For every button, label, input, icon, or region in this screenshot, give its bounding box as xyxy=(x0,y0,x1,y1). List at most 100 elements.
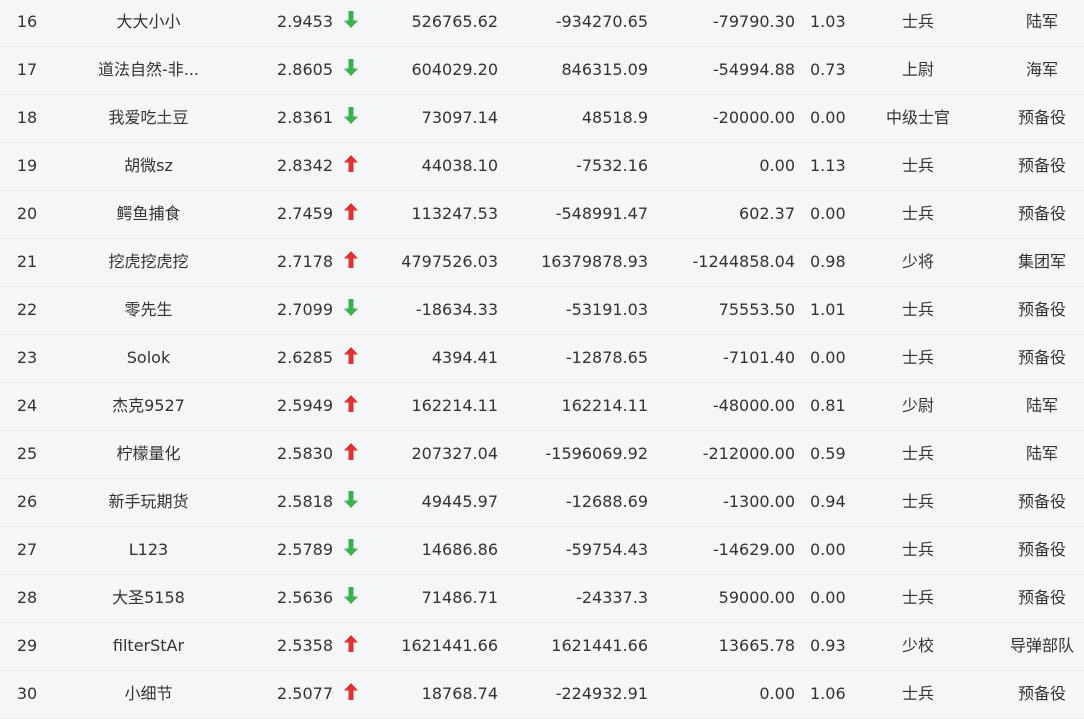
value-1-cell: 162214.11 xyxy=(411,396,498,415)
unit-cell: 导弹部队 xyxy=(1009,636,1074,655)
ratio-cell: 0.73 xyxy=(810,60,846,79)
value-1-cell: 71486.71 xyxy=(421,588,498,607)
score-cell: 2.7459 xyxy=(277,204,333,223)
table-row[interactable]: 23 Solok 2.6285 4394.41 -12878.65 -7101.40 0.0… xyxy=(0,335,1084,383)
ratio-cell: 0.94 xyxy=(810,492,846,511)
ratio-cell: 0.00 xyxy=(810,204,846,223)
score-cell: 2.7178 xyxy=(277,252,333,271)
name-cell[interactable]: 我爱吃土豆 xyxy=(86,95,211,141)
name-cell[interactable]: 柠檬量化 xyxy=(86,431,211,477)
rank-title-cell: 少将 xyxy=(901,252,934,271)
table-row[interactable]: 20 鳄鱼捕食 2.7459 113247.53 -548991.47 602.37 0.0… xyxy=(0,191,1084,239)
arrow-down-icon xyxy=(340,47,362,93)
name-cell[interactable]: 小细节 xyxy=(86,671,211,717)
ratio-cell: 1.03 xyxy=(810,12,846,31)
unit-cell: 陆军 xyxy=(1025,396,1058,415)
value-3-cell: -7101.40 xyxy=(723,348,795,367)
value-2-cell: -59754.43 xyxy=(565,540,648,559)
unit-cell: 集团军 xyxy=(1017,252,1066,271)
ratio-cell: 0.59 xyxy=(810,444,846,463)
table-row[interactable]: 26 新手玩期货 2.5818 49445.97 -12688.69 -1300.00 0.… xyxy=(0,479,1084,527)
value-2-cell: -24337.3 xyxy=(576,588,648,607)
name-cell[interactable]: 鳄鱼捕食 xyxy=(86,191,211,237)
rank-cell: 25 xyxy=(16,444,38,463)
ratio-cell: 0.98 xyxy=(810,252,846,271)
rank-title-cell: 少校 xyxy=(901,636,934,655)
name-cell[interactable]: Solok xyxy=(86,335,211,381)
value-1-cell: 207327.04 xyxy=(411,444,498,463)
unit-cell: 预备役 xyxy=(1017,588,1066,607)
name-cell[interactable]: 胡微sz xyxy=(86,143,211,189)
rank-cell: 30 xyxy=(16,684,38,703)
value-3-cell: -212000.00 xyxy=(702,444,795,463)
value-1-cell: 73097.14 xyxy=(421,108,498,127)
name-cell[interactable]: 挖虎挖虎挖 xyxy=(86,239,211,285)
value-3-cell: 59000.00 xyxy=(718,588,795,607)
table-row[interactable]: 16 大大小小 2.9453 526765.62 -934270.65 -79790.30… xyxy=(0,0,1084,47)
name-cell[interactable]: 新手玩期货 xyxy=(86,479,211,525)
name-cell[interactable]: 道法自然-非... xyxy=(86,47,211,93)
rank-title-cell: 上尉 xyxy=(901,60,934,79)
name-cell[interactable]: 杰克9527 xyxy=(86,383,211,429)
rank-cell: 18 xyxy=(16,108,38,127)
ratio-cell: 0.00 xyxy=(810,348,846,367)
score-cell: 2.7099 xyxy=(277,300,333,319)
rank-title-cell: 士兵 xyxy=(901,492,934,511)
value-3-cell: -54994.88 xyxy=(712,60,795,79)
value-2-cell: -548991.47 xyxy=(555,204,648,223)
table-row[interactable]: 25 柠檬量化 2.5830 207327.04 -1596069.92 -212000.… xyxy=(0,431,1084,479)
rank-cell: 21 xyxy=(16,252,38,271)
unit-cell: 预备役 xyxy=(1017,300,1066,319)
value-1-cell: 49445.97 xyxy=(421,492,498,511)
score-cell: 2.5636 xyxy=(277,588,333,607)
rank-title-cell: 少尉 xyxy=(901,396,934,415)
table-row[interactable]: 27 L123 2.5789 14686.86 -59754.43 -14629.00 0.… xyxy=(0,527,1084,575)
value-2-cell: -7532.16 xyxy=(576,156,648,175)
name-cell[interactable]: 零先生 xyxy=(86,287,211,333)
name-cell[interactable]: 大圣5158 xyxy=(86,575,211,621)
unit-cell: 预备役 xyxy=(1017,156,1066,175)
table-row[interactable]: 17 道法自然-非... 2.8605 604029.20 846315.09 -5499… xyxy=(0,47,1084,95)
value-1-cell: 44038.10 xyxy=(421,156,498,175)
value-2-cell: -12688.69 xyxy=(565,492,648,511)
table-row[interactable]: 19 胡微sz 2.8342 44038.10 -7532.16 0.00 1.13 士兵 预备… xyxy=(0,143,1084,191)
value-3-cell: -14629.00 xyxy=(712,540,795,559)
value-3-cell: 75553.50 xyxy=(718,300,795,319)
table-row[interactable]: 21 挖虎挖虎挖 2.7178 4797526.03 16379878.93 -12448… xyxy=(0,239,1084,287)
value-3-cell: 0.00 xyxy=(759,156,795,175)
rank-title-cell: 士兵 xyxy=(901,156,934,175)
value-3-cell: -48000.00 xyxy=(712,396,795,415)
rank-cell: 22 xyxy=(16,300,38,319)
arrow-down-icon xyxy=(340,527,362,573)
value-3-cell: 0.00 xyxy=(759,684,795,703)
ratio-cell: 0.00 xyxy=(810,540,846,559)
score-cell: 2.5949 xyxy=(277,396,333,415)
value-2-cell: -12878.65 xyxy=(565,348,648,367)
value-2-cell: 1621441.66 xyxy=(551,636,648,655)
rank-title-cell: 士兵 xyxy=(901,444,934,463)
table-row[interactable]: 18 我爱吃土豆 2.8361 73097.14 48518.9 -20000.00 0.0… xyxy=(0,95,1084,143)
rank-cell: 26 xyxy=(16,492,38,511)
ratio-cell: 0.93 xyxy=(810,636,846,655)
table-row[interactable]: 29 filterStAr 2.5358 1621441.66 1621441.66 13… xyxy=(0,623,1084,671)
arrow-down-icon xyxy=(340,0,362,45)
arrow-down-icon xyxy=(340,95,362,141)
score-cell: 2.5789 xyxy=(277,540,333,559)
name-cell[interactable]: filterStAr xyxy=(86,623,211,669)
table-row[interactable]: 22 零先生 2.7099 -18634.33 -53191.03 75553.50 1.0… xyxy=(0,287,1084,335)
value-2-cell: 162214.11 xyxy=(561,396,648,415)
value-2-cell: -53191.03 xyxy=(565,300,648,319)
table-row[interactable]: 24 杰克9527 2.5949 162214.11 162214.11 -48000.0… xyxy=(0,383,1084,431)
value-1-cell: 18768.74 xyxy=(421,684,498,703)
rank-title-cell: 士兵 xyxy=(901,300,934,319)
score-cell: 2.5077 xyxy=(277,684,333,703)
table-row[interactable]: 28 大圣5158 2.5636 71486.71 -24337.3 59000.00 0.… xyxy=(0,575,1084,623)
rank-cell: 27 xyxy=(16,540,38,559)
value-2-cell: 48518.9 xyxy=(581,108,648,127)
name-cell[interactable]: L123 xyxy=(86,527,211,573)
unit-cell: 预备役 xyxy=(1017,348,1066,367)
value-1-cell: 4797526.03 xyxy=(401,252,498,271)
unit-cell: 海军 xyxy=(1025,60,1058,79)
table-row[interactable]: 30 小细节 2.5077 18768.74 -224932.91 0.00 1.06 士兵 预… xyxy=(0,671,1084,719)
name-cell[interactable]: 大大小小 xyxy=(86,0,211,45)
